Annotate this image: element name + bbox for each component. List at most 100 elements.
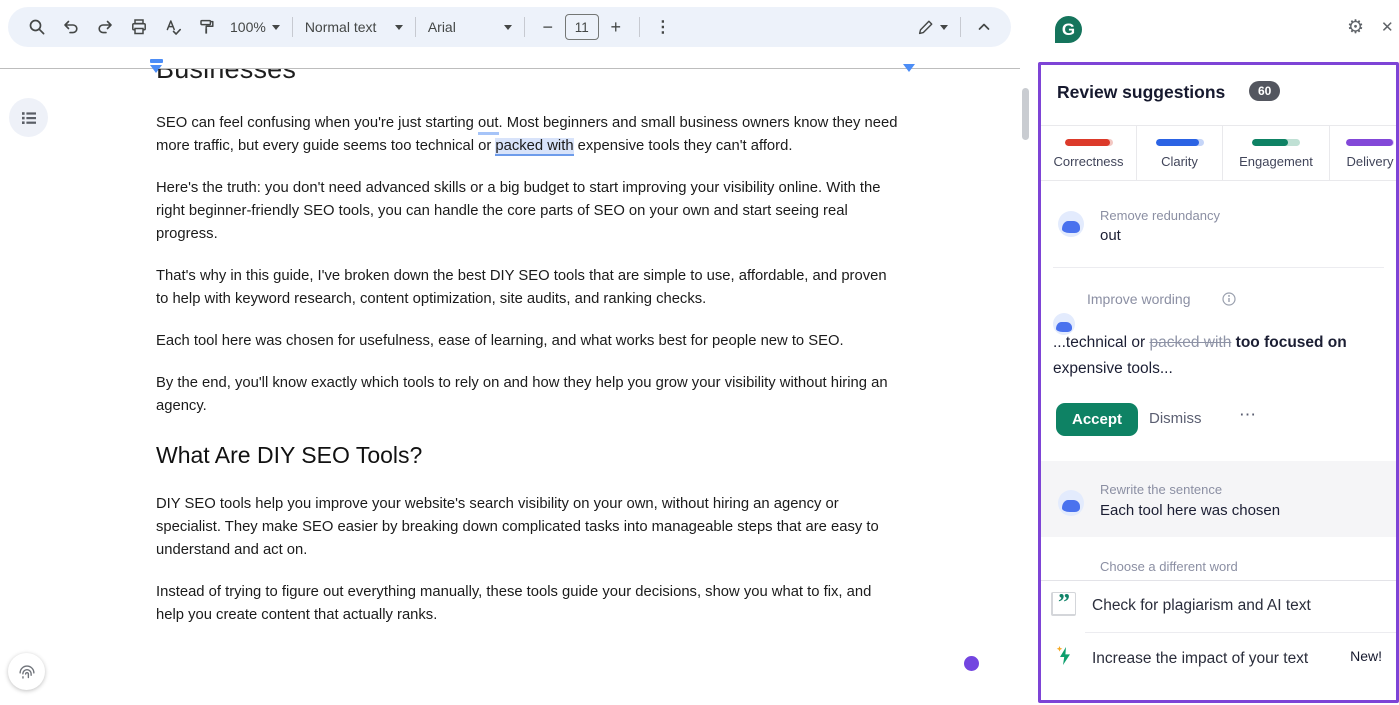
search-button[interactable] [20,12,54,42]
tab-label: Delivery [1347,154,1394,169]
tab-progress-fill [1156,139,1199,146]
suggestion-card-hover[interactable]: Rewrite the sentence Each tool here was … [1041,461,1396,537]
document-paragraph: That's why in this guide, I've broken do… [156,265,901,311]
tab-progress-track [1065,139,1113,146]
first-line-indent-marker[interactable] [150,59,163,63]
more-options-button[interactable]: ⋮ [646,12,680,42]
suggestion-count-badge: 60 [1249,81,1280,101]
text-run: ...technical or [1053,334,1150,351]
text-run: SEO can feel confusing when you're just … [156,115,478,131]
highlight-text[interactable]: packed with [495,138,573,156]
toolbar-divider [292,17,293,37]
text-run: By the end, you'll know exactly which to… [156,375,888,414]
suggestion-card-label: Remove redundancy [1100,208,1220,223]
paint-format-button[interactable] [190,12,224,42]
chevron-down-icon [940,25,948,30]
tab-progress-track [1252,139,1300,146]
chevron-up-icon [976,19,992,35]
font-size-increase-button[interactable]: + [599,12,633,42]
plagiarism-quote-icon: ” [1051,592,1076,616]
tab-progress-fill [1346,139,1393,146]
tab-correctness[interactable]: Correctness [1041,126,1137,180]
document-body[interactable]: SEO can feel confusing when you're just … [156,112,901,646]
lightning-bolt-icon [1054,644,1076,673]
paint-format-icon [198,18,216,36]
font-size-input[interactable]: 11 [565,14,599,40]
pen-icon [917,19,934,36]
suggestion-card-text[interactable]: out [1100,227,1121,244]
strike-text: packed with [1150,334,1232,351]
text-run: expensive tools... [1053,360,1173,377]
text-run: That's why in this guide, I've broken do… [156,268,887,307]
search-icon [28,18,46,36]
docs-toolbar: 100% Normal text Arial − 11 + ⋮ [8,7,1011,47]
tab-label: Engagement [1239,154,1313,169]
tab-clarity[interactable]: Clarity [1137,126,1223,180]
dismiss-button[interactable]: Dismiss [1149,410,1202,427]
accept-button[interactable]: Accept [1056,403,1138,436]
editing-mode-select[interactable] [911,12,954,42]
minus-icon: − [543,17,554,38]
text-run: Instead of trying to figure out everythi… [156,584,871,623]
suggestion-card-text: Each tool here was chosen [1100,502,1280,519]
toolbar-divider [960,17,961,37]
suggestion-preview-text: ...technical or packed with too focused … [1053,330,1371,381]
footer-divider [1085,632,1396,633]
grammarly-logo-letter: G [1062,20,1075,40]
font-select[interactable]: Arial [422,12,518,42]
grammarly-panel: Review suggestions 60 CorrectnessClarity… [1038,62,1399,703]
outline-list-icon [19,108,39,128]
document-heading2: What Are DIY SEO Tools? [156,440,901,470]
suggestion-card-label[interactable]: Choose a different word [1100,559,1238,574]
tab-label: Correctness [1053,154,1123,169]
spell-check-button[interactable] [156,12,190,42]
card-divider [1053,267,1384,268]
impact-button[interactable]: Increase the impact of your text [1092,646,1322,671]
paragraph-style-select[interactable]: Normal text [299,12,409,42]
document-paragraph: SEO can feel confusing when you're just … [156,112,901,158]
undo-icon [62,18,80,36]
document-paragraph: Here's the truth: you don't need advance… [156,177,901,246]
right-indent-marker[interactable] [903,64,915,72]
tab-progress-fill [1252,139,1288,146]
tab-delivery[interactable]: Delivery [1330,126,1396,180]
chevron-down-icon [504,25,512,30]
grammarly-voice-button[interactable] [8,653,45,690]
heading-text: Businesses [156,69,556,85]
hide-menus-button[interactable] [967,12,1001,42]
paragraph-style-value: Normal text [305,19,377,35]
spell-check-icon [164,18,182,36]
toolbar-divider [524,17,525,37]
toolbar-divider [415,17,416,37]
tab-label: Clarity [1161,154,1198,169]
print-button[interactable] [122,12,156,42]
more-options-icon[interactable]: ⋯ [1239,405,1258,425]
chevron-down-icon [272,25,280,30]
underline-text[interactable]: out [478,115,499,135]
redo-icon [96,18,114,36]
info-icon[interactable] [1222,292,1236,311]
font-size-decrease-button[interactable]: − [531,12,565,42]
new-badge: New! [1350,648,1382,664]
document-paragraph: Each tool here was chosen for usefulness… [156,330,901,353]
document-paragraph: Instead of trying to figure out everythi… [156,581,901,627]
redo-button[interactable] [88,12,122,42]
suggestion-card-label: Improve wording [1087,291,1191,307]
plagiarism-check-button[interactable]: Check for plagiarism and AI text [1092,597,1311,615]
click-indicator-dot [964,656,979,671]
undo-button[interactable] [54,12,88,42]
zoom-select[interactable]: 100% [224,12,286,42]
text-run: DIY SEO tools help you improve your webs… [156,496,879,558]
close-icon[interactable]: ✕ [1381,20,1394,35]
text-run: Here's the truth: you don't need advance… [156,180,881,242]
panel-content: Review suggestions 60 CorrectnessClarity… [1041,65,1396,700]
tab-progress-track [1346,139,1394,146]
tab-engagement[interactable]: Engagement [1223,126,1330,180]
suggestion-tabs: Correctness Clarity Engagement Delivery [1041,125,1396,181]
grammarly-logo: G [1055,16,1082,43]
panel-footer: ” Check for plagiarism and AI text Incre… [1041,580,1396,700]
document-scrollbar-thumb[interactable] [1022,88,1029,140]
toolbar-divider [639,17,640,37]
gear-icon[interactable]: ⚙ [1347,18,1364,37]
document-outline-button[interactable] [9,98,48,137]
